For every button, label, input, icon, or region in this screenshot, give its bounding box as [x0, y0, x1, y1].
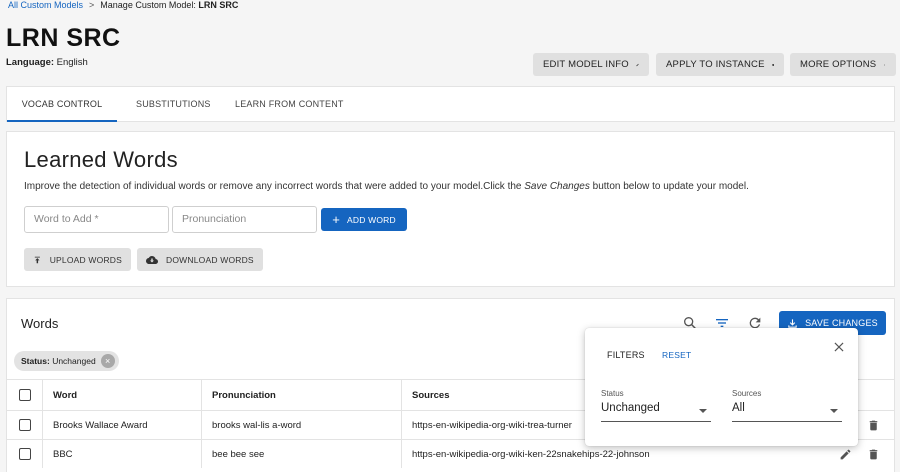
chevron-down-icon — [830, 409, 838, 413]
row-pronunciation: brooks wal-lis a-word — [212, 420, 302, 431]
row-word: Brooks Wallace Award — [53, 420, 148, 431]
download-words-label: DOWNLOAD WORDS — [166, 254, 254, 265]
delete-icon[interactable] — [867, 419, 880, 432]
apply-to-instance-button[interactable]: APPLY TO INSTANCE — [656, 53, 784, 76]
row-checkbox[interactable] — [19, 419, 31, 431]
learned-words-description: Improve the detection of individual word… — [24, 181, 749, 192]
download-words-button[interactable]: DOWNLOAD WORDS — [137, 248, 263, 271]
status-filter-value: Unchanged — [601, 402, 660, 414]
language-info: Language: English — [6, 57, 88, 68]
select-all-checkbox[interactable] — [19, 389, 31, 401]
delete-icon[interactable] — [867, 448, 880, 461]
row-pronunciation: bee bee see — [212, 449, 265, 460]
page-title: LRN SRC — [6, 24, 121, 52]
upload-icon — [34, 256, 40, 263]
breadcrumb-current-prefix: Manage Custom Model: — [100, 0, 196, 10]
tab-bar: VOCAB CONTROL SUBSTITUTIONS LEARN FROM C… — [6, 86, 895, 122]
word-to-add-input[interactable]: Word to Add * — [24, 206, 169, 233]
close-icon[interactable] — [832, 340, 846, 354]
pronunciation-input[interactable]: Pronunciation — [172, 206, 317, 233]
add-word-button[interactable]: + ADD WORD — [321, 208, 407, 231]
breadcrumb-all-models-link[interactable]: All Custom Models — [8, 0, 83, 10]
column-divider — [42, 411, 43, 439]
save-changes-label: SAVE CHANGES — [805, 318, 878, 328]
status-filter-label: Status — [601, 389, 624, 398]
filters-reset-button[interactable]: RESET — [662, 350, 691, 360]
language-label: Language: — [6, 57, 55, 68]
download-icon — [788, 318, 797, 328]
sources-filter-select[interactable]: All — [732, 402, 842, 422]
more-options-button[interactable]: MORE OPTIONS — [790, 53, 896, 76]
cloud-download-icon — [146, 255, 158, 264]
row-checkbox[interactable] — [19, 448, 31, 460]
chip-value: Unchanged — [52, 356, 96, 366]
language-value: English — [56, 57, 88, 68]
desc-save-changes: Save Changes — [524, 181, 590, 192]
status-filter-chip: Status: Unchanged × — [14, 351, 119, 371]
more-options-label: MORE OPTIONS — [800, 59, 877, 70]
learned-words-title: Learned Words — [24, 147, 178, 172]
pencil-icon — [636, 63, 639, 66]
column-header-pronunciation[interactable]: Pronunciation — [212, 390, 276, 401]
column-header-sources[interactable]: Sources — [412, 390, 450, 401]
filters-title: FILTERS — [607, 350, 645, 360]
edit-model-info-label: EDIT MODEL INFO — [543, 59, 629, 70]
chip-key: Status: — [21, 356, 50, 366]
column-divider — [201, 411, 202, 439]
words-title: Words — [21, 316, 59, 331]
tab-vocab-control[interactable]: VOCAB CONTROL — [7, 87, 117, 122]
breadcrumb: All Custom Models > Manage Custom Model:… — [8, 0, 238, 10]
more-vert-icon — [884, 63, 885, 66]
learned-words-card: Learned Words Improve the detection of i… — [6, 131, 895, 287]
breadcrumb-current-model: LRN SRC — [198, 0, 239, 10]
column-divider — [201, 380, 202, 410]
plus-icon: + — [332, 212, 340, 227]
column-divider — [42, 380, 43, 410]
upload-words-button[interactable]: UPLOAD WORDS — [24, 248, 131, 271]
chevron-down-icon — [699, 409, 707, 413]
row-word: BBC — [53, 449, 73, 460]
edit-model-info-button[interactable]: EDIT MODEL INFO — [533, 53, 649, 76]
breadcrumb-separator: > — [89, 0, 95, 10]
desc-after: button below to update your model. — [589, 181, 749, 192]
upload-words-label: UPLOAD WORDS — [49, 254, 122, 265]
chip-label: Status: Unchanged — [21, 356, 96, 366]
column-divider — [401, 440, 402, 468]
tab-learn-from-content[interactable]: LEARN FROM CONTENT — [235, 87, 344, 122]
column-divider — [42, 440, 43, 468]
row-source: https-en-wikipedia-org-wiki-trea-turner — [412, 420, 572, 431]
sources-filter-label: Sources — [732, 389, 762, 398]
filters-popup: FILTERS RESET Status Unchanged Sources A… — [585, 328, 858, 446]
edit-icon[interactable] — [839, 448, 852, 461]
apply-to-instance-label: APPLY TO INSTANCE — [666, 59, 765, 70]
tab-substitutions[interactable]: SUBSTITUTIONS — [136, 87, 211, 122]
column-divider — [201, 440, 202, 468]
column-divider — [401, 380, 402, 410]
breadcrumb-current: Manage Custom Model: LRN SRC — [100, 0, 238, 10]
remove-chip-icon[interactable]: × — [100, 354, 115, 368]
column-divider — [401, 411, 402, 439]
desc-before: Improve the detection of individual word… — [24, 181, 525, 192]
check-circle-icon — [771, 63, 774, 66]
row-source: https-en-wikipedia-org-wiki-ken-22snakeh… — [412, 449, 650, 460]
sources-filter-value: All — [732, 402, 745, 414]
column-header-word[interactable]: Word — [53, 390, 77, 401]
add-word-label: ADD WORD — [346, 214, 396, 225]
status-filter-select[interactable]: Unchanged — [601, 402, 711, 422]
